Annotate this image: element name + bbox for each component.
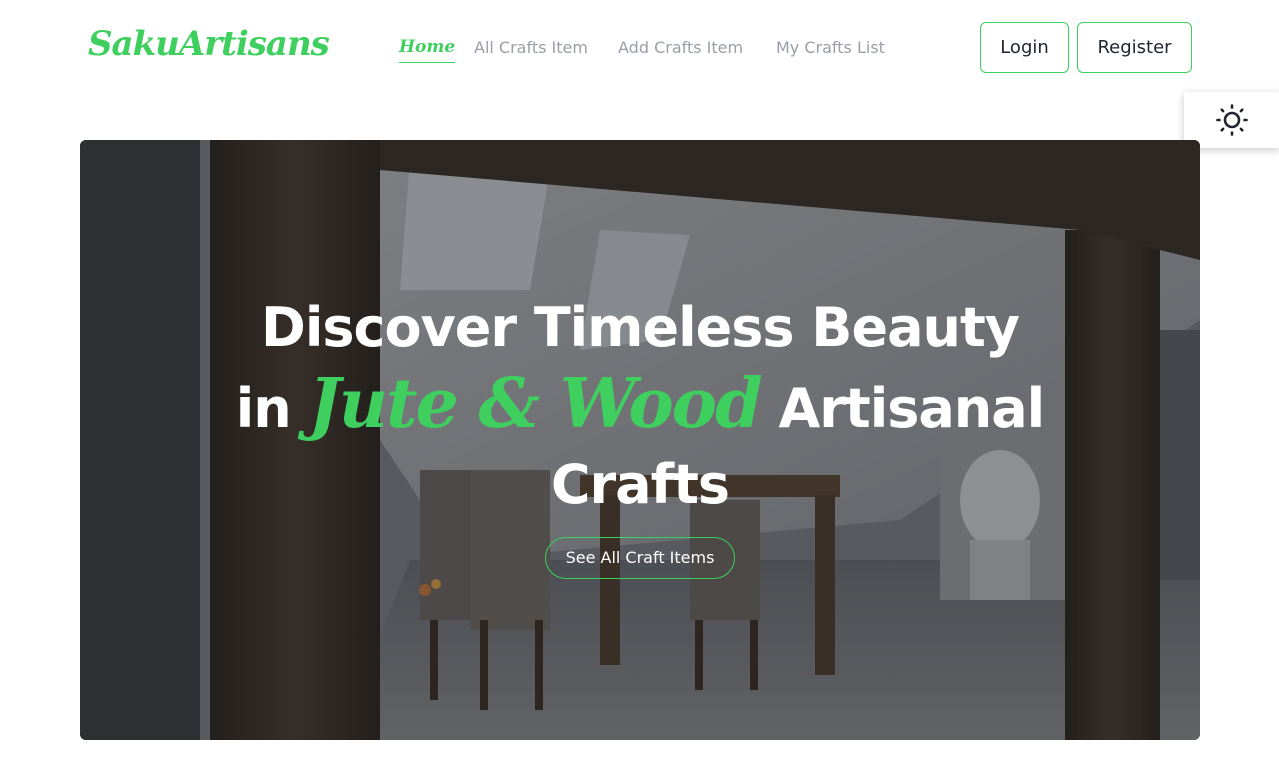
hero-title-line3: Crafts: [550, 453, 730, 516]
sun-icon: [1215, 104, 1248, 136]
hero-title-line1: Discover Timeless Beauty: [261, 296, 1020, 359]
navbar: SakuArtisans Home All Crafts Item Add Cr…: [0, 0, 1279, 95]
nav-link-all-crafts[interactable]: All Crafts Item: [474, 38, 588, 57]
hero-content: Discover Timeless Beauty in Jute & Wood …: [80, 290, 1200, 579]
hero-title-in: in: [235, 377, 292, 440]
hero-title-accent: Jute & Wood: [308, 364, 763, 444]
login-button[interactable]: Login: [980, 22, 1069, 73]
register-button[interactable]: Register: [1077, 22, 1192, 73]
nav-link-my-crafts[interactable]: My Crafts List: [776, 38, 885, 57]
hero-title-rest: Artisanal: [778, 377, 1045, 440]
nav-link-home[interactable]: Home: [399, 37, 456, 63]
nav-link-add-crafts[interactable]: Add Crafts Item: [618, 38, 743, 57]
hero-title: Discover Timeless Beauty in Jute & Wood …: [80, 290, 1200, 523]
see-all-craft-items-button[interactable]: See All Craft Items: [544, 537, 736, 579]
brand-logo[interactable]: SakuArtisans: [88, 24, 330, 64]
hero-banner: Discover Timeless Beauty in Jute & Wood …: [80, 140, 1200, 740]
